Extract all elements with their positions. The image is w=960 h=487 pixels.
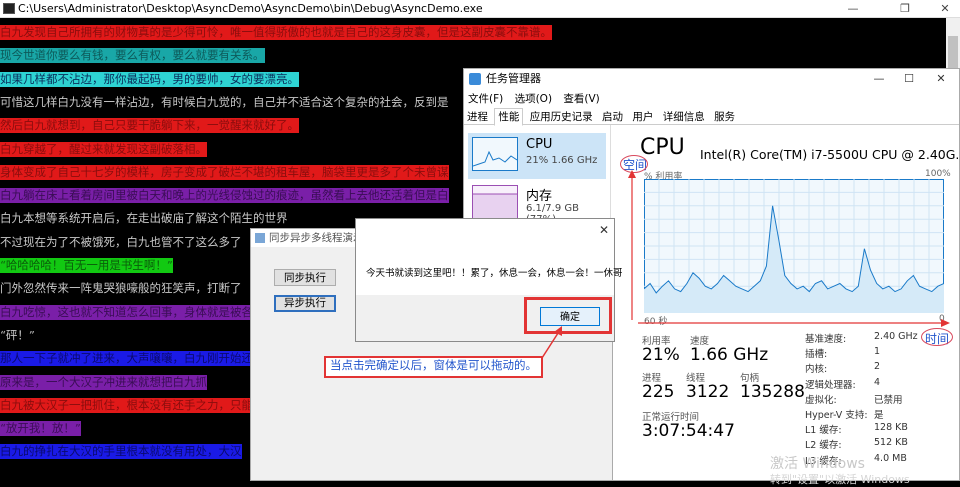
spec-key: L1 缓存: bbox=[805, 425, 842, 437]
resource-cpu[interactable]: CPU 21% 1.66 GHz bbox=[468, 133, 606, 179]
menu-file[interactable]: 文件(F) bbox=[468, 93, 503, 105]
spec-key: 基准速度: bbox=[805, 334, 847, 345]
console-app-icon bbox=[3, 3, 15, 14]
menu-view[interactable]: 查看(V) bbox=[563, 93, 599, 105]
tab-processes[interactable]: 进程 bbox=[464, 109, 491, 125]
menu-options[interactable]: 选项(O) bbox=[515, 93, 552, 105]
console-line: 白九本想等系统开启后，在走出破庙了解这个陌生的世界 bbox=[0, 211, 288, 227]
console-title: C:\Users\Administrator\Desktop\AsyncDemo… bbox=[18, 2, 483, 15]
console-titlebar: C:\Users\Administrator\Desktop\AsyncDemo… bbox=[0, 0, 960, 18]
annotation-note: 当点击完确定以后，窗体是可以拖动的。 bbox=[324, 356, 543, 378]
memory-mini-graph bbox=[472, 185, 518, 219]
activation-watermark: 激活 Windows bbox=[770, 456, 865, 472]
spec-value: 是 bbox=[874, 410, 884, 421]
console-line: 白九被大汉子一把抓住，根本没有还手之力，只能任由 bbox=[0, 397, 276, 413]
maximize-icon[interactable]: ❐ bbox=[890, 0, 920, 18]
uptime-value: 3:07:54:47 bbox=[642, 421, 735, 441]
ok-button[interactable]: 确定 bbox=[540, 307, 600, 326]
console-line: 现今世道你要么有钱，要么有权，要么就要有关系。 bbox=[0, 48, 265, 64]
winform-title: 同步异步多线程演示 bbox=[269, 232, 364, 244]
annotation-time-ring bbox=[921, 328, 953, 346]
speed-value: 1.66 GHz bbox=[690, 345, 769, 365]
cpu-utilization-graph bbox=[644, 179, 944, 313]
close-icon[interactable]: ✕ bbox=[926, 69, 956, 89]
resource-cpu-name: CPU bbox=[526, 137, 553, 152]
spec-value: 2 bbox=[874, 361, 881, 373]
message-text: 今天书就读到这里吧！！累了，休息一会，休息一会！一休哥 bbox=[366, 268, 623, 279]
spec-value: 2.40 GHz bbox=[874, 331, 918, 342]
tab-users[interactable]: 用户 bbox=[629, 109, 656, 125]
task-manager-titlebar[interactable]: 任务管理器 — ☐ ✕ bbox=[464, 69, 959, 89]
maximize-icon[interactable]: ☐ bbox=[894, 69, 924, 89]
thread-value: 3122 bbox=[686, 382, 730, 402]
console-line: 原来是，一个大汉子冲进来就想把白九抓 bbox=[0, 374, 207, 390]
spec-value: 4 bbox=[874, 376, 881, 388]
task-manager-icon bbox=[469, 73, 481, 85]
spec-value: 512 KB bbox=[874, 437, 908, 449]
winform-icon bbox=[255, 233, 265, 243]
spec-value: 4.0 MB bbox=[874, 452, 907, 464]
task-manager-menu: 文件(F) 选项(O) 查看(V) bbox=[468, 91, 608, 107]
annotation-vertical-arrow bbox=[628, 170, 636, 320]
async-button[interactable]: 异步执行 bbox=[274, 295, 336, 312]
spec-key: 插槽: bbox=[805, 349, 828, 361]
spec-key: Hyper-V 支持: bbox=[805, 410, 868, 421]
console-line: 白九穿越了，醒过来就发现这副破落相。 bbox=[0, 141, 207, 157]
task-manager-title: 任务管理器 bbox=[486, 72, 541, 85]
tab-services[interactable]: 服务 bbox=[711, 109, 738, 125]
tab-startup[interactable]: 启动 bbox=[599, 109, 626, 125]
cpu-mini-graph bbox=[472, 137, 518, 171]
cpu-model: Intel(R) Core(TM) i7-5500U CPU @ 2.40G..… bbox=[700, 147, 960, 162]
activation-watermark-sub: 转到"设置"以激活 Windows bbox=[770, 473, 910, 486]
tab-performance[interactable]: 性能 bbox=[494, 108, 524, 126]
minimize-icon[interactable]: — bbox=[864, 69, 894, 89]
util-value: 21% bbox=[642, 345, 680, 365]
console-line: “放开我！放！” bbox=[0, 421, 81, 437]
console-line: 白九躺在床上看着房间里被白天和晚上的光线侵蚀过的痕迹，虽然看上去他还活着但是白 bbox=[0, 188, 449, 204]
resource-memory-name: 内存 bbox=[526, 189, 553, 204]
spec-key: 虚拟化: bbox=[805, 394, 837, 406]
spec-value: 1 bbox=[874, 346, 881, 358]
sync-button[interactable]: 同步执行 bbox=[274, 269, 336, 286]
handle-value: 135288 bbox=[740, 382, 805, 402]
console-line: 然后白九就想到，自己只要干脆躺下来，一觉醒来就好了。 bbox=[0, 118, 299, 134]
console-line: “哈哈哈哈！百无一用是书生啊！” bbox=[0, 258, 173, 273]
spec-key: 内核: bbox=[805, 364, 828, 376]
console-line: 白九发现自己所拥有的财物真的是少得可怜，唯一值得骄傲的也就是自己的这身皮囊，但是… bbox=[0, 25, 552, 40]
minimize-icon[interactable]: — bbox=[838, 0, 868, 18]
console-line: 白九吃惊，这也就不知道怎么回事，身体就是被各 bbox=[0, 304, 253, 320]
close-icon[interactable]: ✕ bbox=[930, 0, 960, 18]
spec-key: L2 缓存: bbox=[805, 440, 842, 452]
console-line: 那人一下子就冲了进来，大声嚷嚷，白九刚开始还以为 bbox=[0, 351, 276, 367]
process-value: 225 bbox=[642, 382, 675, 402]
close-icon[interactable]: ✕ bbox=[599, 223, 609, 237]
spec-value: 已禁用 bbox=[874, 394, 903, 406]
console-line: 不过现在为了不被饿死，白九也管不了这么多了 bbox=[0, 234, 242, 250]
spec-value: 128 KB bbox=[874, 422, 908, 434]
console-line: 身体变成了自己十七岁的模样，房子变成了破烂不堪的租车屋，脑袋里更是多了个未曾谋 bbox=[0, 164, 449, 180]
resource-cpu-detail: 21% 1.66 GHz bbox=[526, 155, 598, 166]
task-manager-tabs: 进程 性能 应用历史记录 启动 用户 详细信息 服务 bbox=[464, 108, 959, 126]
console-line: “砰！” bbox=[0, 327, 35, 343]
console-line: 门外忽然传来一阵鬼哭狼嚎般的狂笑声，打断了 bbox=[0, 281, 242, 297]
console-line: 如果几样都不沾边，那你最起码，男的要帅，女的要漂亮。 bbox=[0, 71, 299, 87]
tab-details[interactable]: 详细信息 bbox=[660, 109, 708, 125]
annotation-horizontal-arrow bbox=[638, 319, 950, 327]
console-line: 白九的挣扎在大汉的手里根本就没有用处，大汉 bbox=[0, 444, 242, 460]
spec-key: 逻辑处理器: bbox=[805, 379, 856, 391]
console-line: 可惜这几样白九没有一样沾边，有时候白九觉的，自己并不适合这个复杂的社会，反到是 bbox=[0, 94, 449, 110]
tab-app-history[interactable]: 应用历史记录 bbox=[527, 109, 596, 125]
graph-max-label: 100% bbox=[925, 169, 951, 179]
